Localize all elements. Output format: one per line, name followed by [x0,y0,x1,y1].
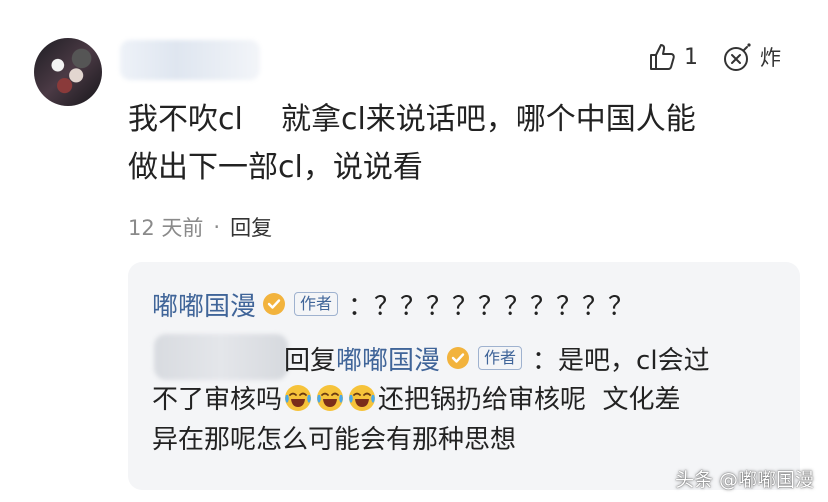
reply-word: 回复 [284,345,337,376]
verified-badge-icon [263,293,286,315]
comment-meta: 12 天前 · 回复 [128,210,272,244]
reply-content: ：？？？？？？？？？？ [348,291,635,322]
like-count: 1 [684,44,698,70]
reply-item: 嘟嘟国漫 作者 ：？？？？？？？？？？ [152,284,634,324]
comment-line: 做出下一部cl，说说看 [128,150,423,185]
verified-badge-icon [447,347,470,369]
author-tag: 作者 [294,292,339,316]
reply-content-continued: 不了审核吗 还把锅扔给审核呢 文化差 异在那呢怎么可能会有那种思想 [152,380,792,460]
avatar[interactable] [34,38,102,106]
replies-box: 嘟嘟国漫 作者 ：？？？？？？？？？？ 回复 嘟嘟国漫 作者 ：是吧，cl会过 … [128,262,800,490]
thumbs-up-icon [650,44,675,70]
comment-text: 我不吹cl 就拿cl来说话吧，哪个中国人能 做出下一部cl，说说看 [128,96,808,192]
watermark: 头条 @嘟嘟国漫 [674,469,814,491]
bomb-icon [724,43,751,71]
meta-separator: · [213,215,221,239]
reply-author-name[interactable]: 嘟嘟国漫 [152,286,256,323]
laughing-crying-emoji-icon [285,385,312,411]
author-tag: 作者 [478,346,523,370]
reply-to-author-name[interactable]: 嘟嘟国漫 [336,340,440,377]
laughing-crying-emoji-icon [317,385,344,411]
laughing-crying-emoji-icon [349,385,376,411]
bomb-button[interactable]: 炸 [722,40,781,74]
reply-line: 不了审核吗 还把锅扔给审核呢 文化差 [152,380,792,420]
username-redacted [120,40,260,80]
reply-text-segment: 还把锅扔给审核呢 文化差 [378,385,681,415]
reply-text-segment: 不了审核吗 [152,385,283,415]
like-button[interactable]: 1 [646,40,698,74]
reply-item: 回复 嘟嘟国漫 作者 ：是吧，cl会过 [284,336,710,380]
comment-time: 12 天前 [128,216,204,240]
replier-name-redacted [154,334,288,380]
reply-line: 异在那呢怎么可能会有那种思想 [152,425,517,455]
reply-button[interactable]: 回复 [230,212,272,242]
bomb-label: 炸 [760,46,781,70]
comment-line: 我不吹cl 就拿cl来说话吧，哪个中国人能 [128,102,696,137]
reply-content: ：是吧，cl会过 [532,345,710,376]
